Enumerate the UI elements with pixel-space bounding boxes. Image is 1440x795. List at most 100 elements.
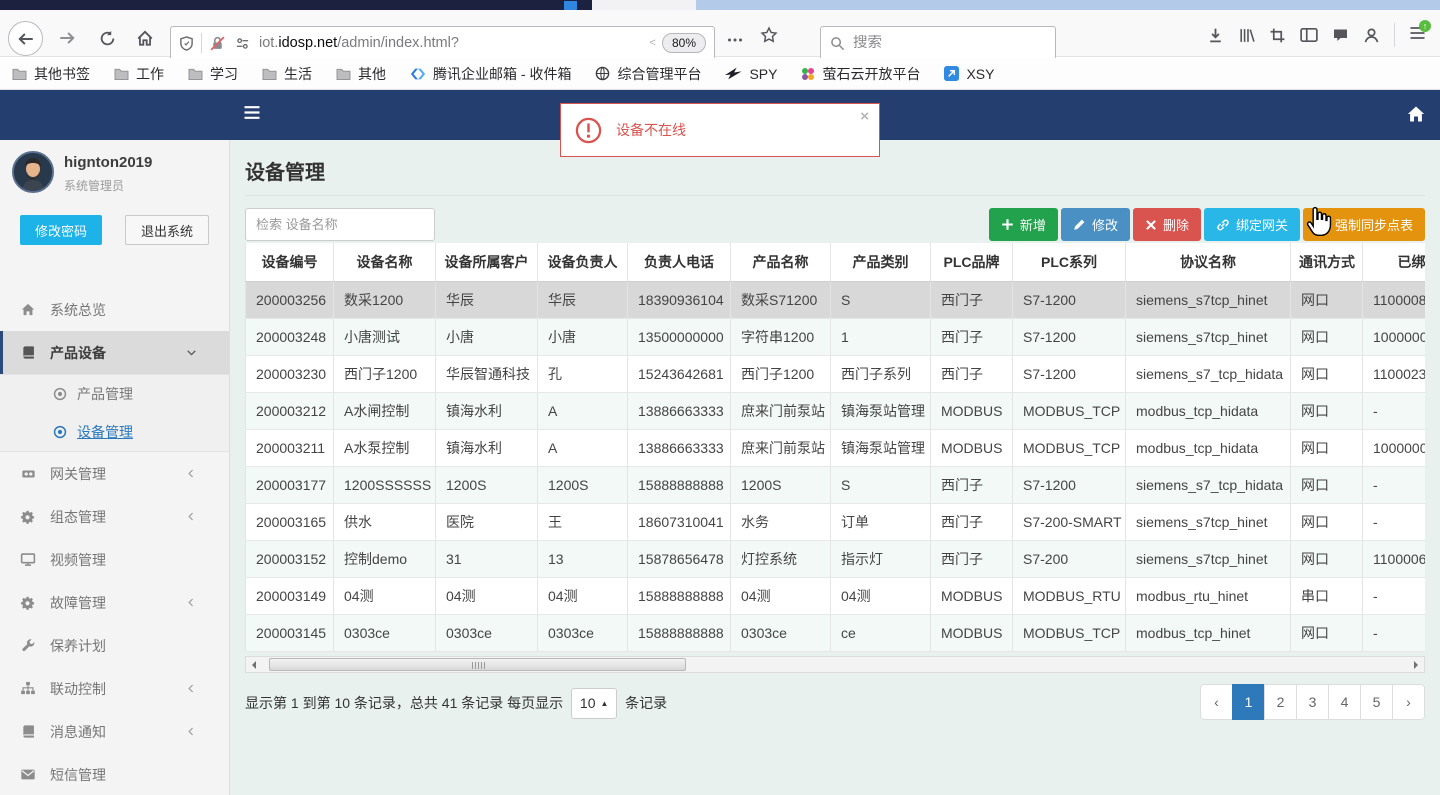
page-actions-button[interactable]: [727, 30, 743, 48]
downloads-icon[interactable]: [1207, 27, 1224, 44]
table-cell: 西门子1200: [730, 355, 831, 393]
home-button[interactable]: [130, 23, 160, 53]
column-header[interactable]: 协议名称: [1125, 243, 1291, 282]
back-button[interactable]: [8, 21, 43, 56]
alert-close-icon[interactable]: ×: [860, 108, 869, 125]
bookmark-star-button[interactable]: [760, 26, 778, 49]
bookmark-item[interactable]: 腾讯企业邮箱 - 收件箱: [410, 64, 571, 84]
sidebar-item-故障管理[interactable]: 故障管理: [0, 581, 229, 624]
table-row[interactable]: 200003211 A水泵控制 镇海水利 A 13886663333 庶来门前泵站 镇海泵站…: [245, 429, 1425, 467]
scrollbar-thumb[interactable]: [269, 658, 686, 671]
sidebar-toggle-icon[interactable]: [243, 105, 261, 120]
bookmark-item[interactable]: 综合管理平台: [595, 64, 701, 84]
sidebar-item-联动控制[interactable]: 联动控制: [0, 667, 229, 710]
table-row[interactable]: 200003165 供水 医院王 18607310041 水务 订单 西门子 S7-200-S…: [245, 503, 1425, 541]
column-header[interactable]: 产品名称: [730, 243, 831, 282]
table-row[interactable]: 200003212 A水闸控制 镇海水利 A 13886663333 庶来门前泵站 镇海泵站…: [245, 392, 1425, 430]
avatar[interactable]: [12, 151, 54, 193]
bookmark-item[interactable]: SPY: [725, 66, 777, 82]
horizontal-scrollbar[interactable]: [245, 656, 1425, 673]
bookmark-item[interactable]: 生活: [262, 64, 312, 84]
browser-search-input[interactable]: [853, 35, 1046, 51]
library-icon[interactable]: [1238, 27, 1255, 44]
table-cell: 0303ce: [435, 614, 538, 652]
sidebar-item-网关管理[interactable]: 网关管理: [0, 452, 229, 495]
s-monitor-icon: [19, 552, 37, 567]
column-header[interactable]: 已绑定网关: [1362, 243, 1425, 282]
column-header[interactable]: PLC品牌: [930, 243, 1013, 282]
action-button-新增[interactable]: 新增: [988, 208, 1058, 241]
table-row[interactable]: 200003149 04测 04测 04测 15888888888 04测 04测 MODBU…: [245, 577, 1425, 615]
urlbar-divider: [201, 33, 202, 53]
table-cell: 华辰: [435, 281, 538, 319]
sidebar-subitem-产品管理[interactable]: 产品管理: [0, 375, 229, 413]
zoom-level-badge[interactable]: 80%: [661, 33, 706, 53]
account-icon[interactable]: [1363, 27, 1380, 44]
sidebar-item-产品设备[interactable]: 产品设备: [0, 331, 229, 374]
column-header[interactable]: PLC系列: [1012, 243, 1126, 282]
device-search-input[interactable]: [245, 208, 435, 241]
column-header[interactable]: 通讯方式: [1290, 243, 1363, 282]
page-button[interactable]: 3: [1296, 684, 1329, 720]
a-pencil-icon: [1073, 218, 1086, 231]
table-row[interactable]: 200003230 西门子1200 华辰智通科技孔 15243642681 西门子120…: [245, 355, 1425, 393]
logout-button[interactable]: 退出系统: [125, 215, 209, 245]
page-prev-button[interactable]: ‹: [1200, 684, 1233, 720]
change-password-button[interactable]: 修改密码: [20, 215, 102, 245]
page-button[interactable]: 5: [1360, 684, 1393, 720]
sidebar-item-消息通知[interactable]: 消息通知: [0, 710, 229, 753]
navbar-home-icon[interactable]: [1406, 104, 1426, 124]
column-header[interactable]: 设备负责人: [537, 243, 628, 282]
page-button[interactable]: 2: [1264, 684, 1297, 720]
sidebar-subitem-设备管理[interactable]: 设备管理: [0, 413, 229, 451]
column-header[interactable]: 设备编号: [245, 243, 334, 282]
sidebars-icon[interactable]: [1300, 27, 1318, 43]
scroll-right-arrow[interactable]: [1408, 657, 1424, 672]
column-header[interactable]: 设备所属客户: [435, 243, 538, 282]
sidebar-submenu: 产品管理 设备管理: [0, 374, 229, 452]
action-button-删除[interactable]: 删除: [1132, 208, 1201, 241]
table-row[interactable]: 200003177 1200SSSSSS 1200S 1200S 15888888888…: [245, 466, 1425, 504]
table-row[interactable]: 200003145 0303ce 0303ce 0303ce 15888888888 03…: [245, 614, 1425, 652]
sidebar-item-组态管理[interactable]: 组态管理: [0, 495, 229, 538]
action-button-强制同步点表[interactable]: 强制同步点表: [1302, 208, 1425, 241]
permissions-icon[interactable]: [234, 36, 251, 51]
shield-icon[interactable]: [179, 35, 194, 52]
bookmark-label: XSY: [966, 65, 995, 82]
sidebar-item-保养计划[interactable]: 保养计划: [0, 624, 229, 667]
table-row[interactable]: 200003256 数采1200 华辰 华辰 18390936104 数采S71200 S 西…: [245, 281, 1425, 319]
bookmark-item[interactable]: 工作: [114, 64, 164, 84]
forward-button[interactable]: [52, 23, 82, 53]
url-bar[interactable]: iot.idosp.net/admin/index.html? < 80%: [170, 26, 715, 60]
table-row[interactable]: 200003152 控制demo 31 13 15878656478 灯控系统 指示灯 西门子…: [245, 540, 1425, 578]
action-button-绑定网关[interactable]: 绑定网关: [1203, 208, 1300, 241]
page-size-select[interactable]: 10 ▲: [571, 687, 618, 719]
browser-search-box[interactable]: [820, 26, 1056, 60]
page-button[interactable]: 4: [1328, 684, 1361, 720]
sidebar-item-短信管理[interactable]: 短信管理: [0, 753, 229, 795]
reload-button[interactable]: [92, 23, 122, 53]
column-header[interactable]: 负责人电话: [627, 243, 731, 282]
bookmark-item[interactable]: 学习: [188, 64, 238, 84]
bookmark-item[interactable]: 其他: [336, 64, 386, 84]
table-cell: 西门子: [930, 540, 1013, 578]
bookmark-item[interactable]: 其他书签: [12, 64, 90, 84]
action-button-修改[interactable]: 修改: [1060, 208, 1130, 241]
bookmark-item[interactable]: 萤石云开放平台: [801, 64, 920, 84]
page-button[interactable]: 1: [1232, 684, 1265, 720]
sidebar-item-视频管理[interactable]: 视频管理: [0, 538, 229, 581]
table-row[interactable]: 200003248 小唐测试 小唐 小唐 13500000000 字符串1200 1 西门子 S…: [245, 318, 1425, 356]
column-header[interactable]: 产品类别: [830, 243, 931, 282]
page-next-button[interactable]: ›: [1392, 684, 1425, 720]
screenshot-icon[interactable]: [1269, 27, 1286, 44]
scroll-left-arrow[interactable]: [246, 657, 262, 672]
column-header[interactable]: 设备名称: [333, 243, 436, 282]
chat-icon[interactable]: [1332, 27, 1349, 43]
app-menu-button[interactable]: ↑: [1409, 19, 1431, 45]
table-cell: 孔: [537, 355, 628, 393]
table-cell: S7-1200: [1012, 355, 1126, 393]
sidebar-item-系统总览[interactable]: 系统总览: [0, 288, 229, 331]
mixed-content-blocked-icon[interactable]: [209, 35, 226, 52]
bookmark-item[interactable]: XSY: [944, 66, 994, 82]
tab-strip-dark-segment: [0, 0, 592, 10]
